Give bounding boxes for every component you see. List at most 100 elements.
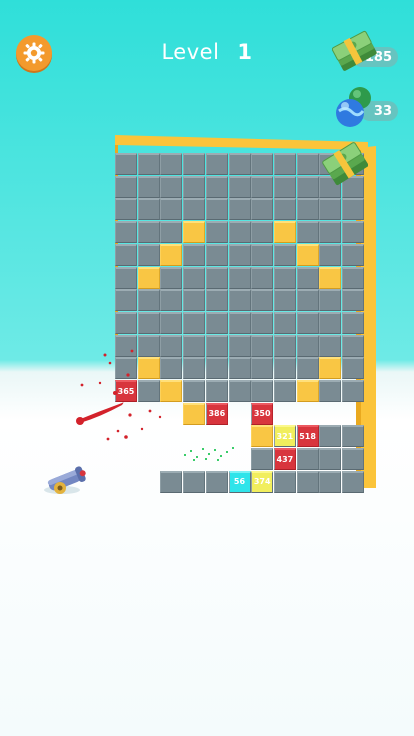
wall-tile: [183, 153, 206, 175]
wall-tile: [273, 334, 296, 357]
block-value: 374: [253, 477, 271, 487]
wall-tile: [273, 470, 296, 493]
block-wall[interactable]: 365 386 350 518 437 56 374 321: [0, 0, 414, 736]
wall-tile: [205, 153, 228, 175]
wall-tile: [137, 153, 160, 175]
wall-tile: [205, 198, 228, 221]
wall-tile: [205, 311, 228, 334]
wall-tile: [137, 198, 160, 221]
target-tile: [296, 380, 319, 402]
wall-tile: [319, 448, 342, 471]
wall-tile: [342, 357, 364, 380]
wall-tile: [228, 198, 251, 221]
wall-tile: [228, 266, 251, 289]
wall-tile: [342, 380, 364, 402]
wall-tile: [273, 266, 296, 289]
wall-tile: [251, 289, 274, 312]
wall-tile: [319, 243, 342, 266]
wall-tile: [251, 153, 274, 175]
wall-tile: [342, 470, 364, 493]
target-tile: [251, 425, 274, 448]
target-tile: [296, 243, 319, 266]
target-tile: [273, 221, 296, 244]
wall-tile: [273, 153, 296, 175]
wall-tile: [115, 153, 137, 175]
wall-tile: [115, 175, 137, 198]
wall-tile: [342, 425, 364, 448]
wall-tile: [273, 289, 296, 312]
wall-tile: [115, 221, 137, 244]
wall-tile: [183, 357, 206, 380]
wall-tile: [137, 243, 160, 266]
wall-tile: [273, 175, 296, 198]
block-value: 321: [276, 431, 294, 441]
target-tile: [137, 266, 160, 289]
wall-tile: [228, 311, 251, 334]
wall-tile: [319, 425, 342, 448]
wall-tile: [137, 289, 160, 312]
wall-tile: [183, 175, 206, 198]
wall-tile: [319, 380, 342, 402]
cannon-icon[interactable]: [40, 462, 92, 496]
wall-tile: [205, 470, 228, 493]
target-tile: [183, 221, 206, 244]
wall-tile: [251, 175, 274, 198]
wall-tile: [273, 198, 296, 221]
wall-tile: [296, 311, 319, 334]
wall-tile: [205, 357, 228, 380]
wall-tile: [183, 334, 206, 357]
block-value: 437: [276, 454, 294, 464]
wall-tile: [183, 289, 206, 312]
block-value: 350: [253, 409, 271, 419]
wall-tile: [296, 266, 319, 289]
wall-tile: [342, 289, 364, 312]
wall-tile: [160, 221, 183, 244]
wall-tile: [183, 266, 206, 289]
wall-tile: [296, 470, 319, 493]
target-tile: [160, 243, 183, 266]
wall-tile: [115, 311, 137, 334]
wall-tile: [137, 221, 160, 244]
block-value: 386: [208, 409, 226, 419]
wall-tile: [319, 289, 342, 312]
wall-tile: [115, 198, 137, 221]
wall-tile: [251, 198, 274, 221]
wall-tile: [319, 198, 342, 221]
wall-tile: [273, 380, 296, 402]
wall-tile: [160, 289, 183, 312]
wall-tile: [296, 153, 319, 175]
wall-tile: [296, 357, 319, 380]
wall-tile: [251, 448, 274, 471]
wall-tile: [205, 266, 228, 289]
wall-tile: [137, 311, 160, 334]
wall-tile: [319, 334, 342, 357]
wall-tile: [228, 289, 251, 312]
wall-tile: [342, 266, 364, 289]
wall-tile: [228, 380, 251, 402]
wall-tile: [205, 289, 228, 312]
wall-tile: [296, 334, 319, 357]
wall-tile: [160, 175, 183, 198]
wall-tile: [251, 221, 274, 244]
wall-tile: [273, 357, 296, 380]
wall-tile: [160, 470, 183, 493]
wall-tile: [342, 221, 364, 244]
wall-tile: [137, 175, 160, 198]
wall-tile: [115, 289, 137, 312]
block-value: 56: [233, 477, 246, 487]
wall-tile: [319, 311, 342, 334]
wall-tile: [342, 448, 364, 471]
wall-tile: [342, 198, 364, 221]
wall-tile: [228, 221, 251, 244]
wall-tile: [319, 470, 342, 493]
splatter-shape: [76, 349, 162, 441]
wall-tile: [296, 448, 319, 471]
target-tile: [183, 402, 206, 425]
wall-tile: [228, 357, 251, 380]
wall-tile: [183, 380, 206, 402]
wall-tile: [115, 243, 137, 266]
wall-tile: [296, 198, 319, 221]
spark-particles: [184, 447, 234, 461]
wall-tile: [160, 198, 183, 221]
wall-tile: [160, 153, 183, 175]
